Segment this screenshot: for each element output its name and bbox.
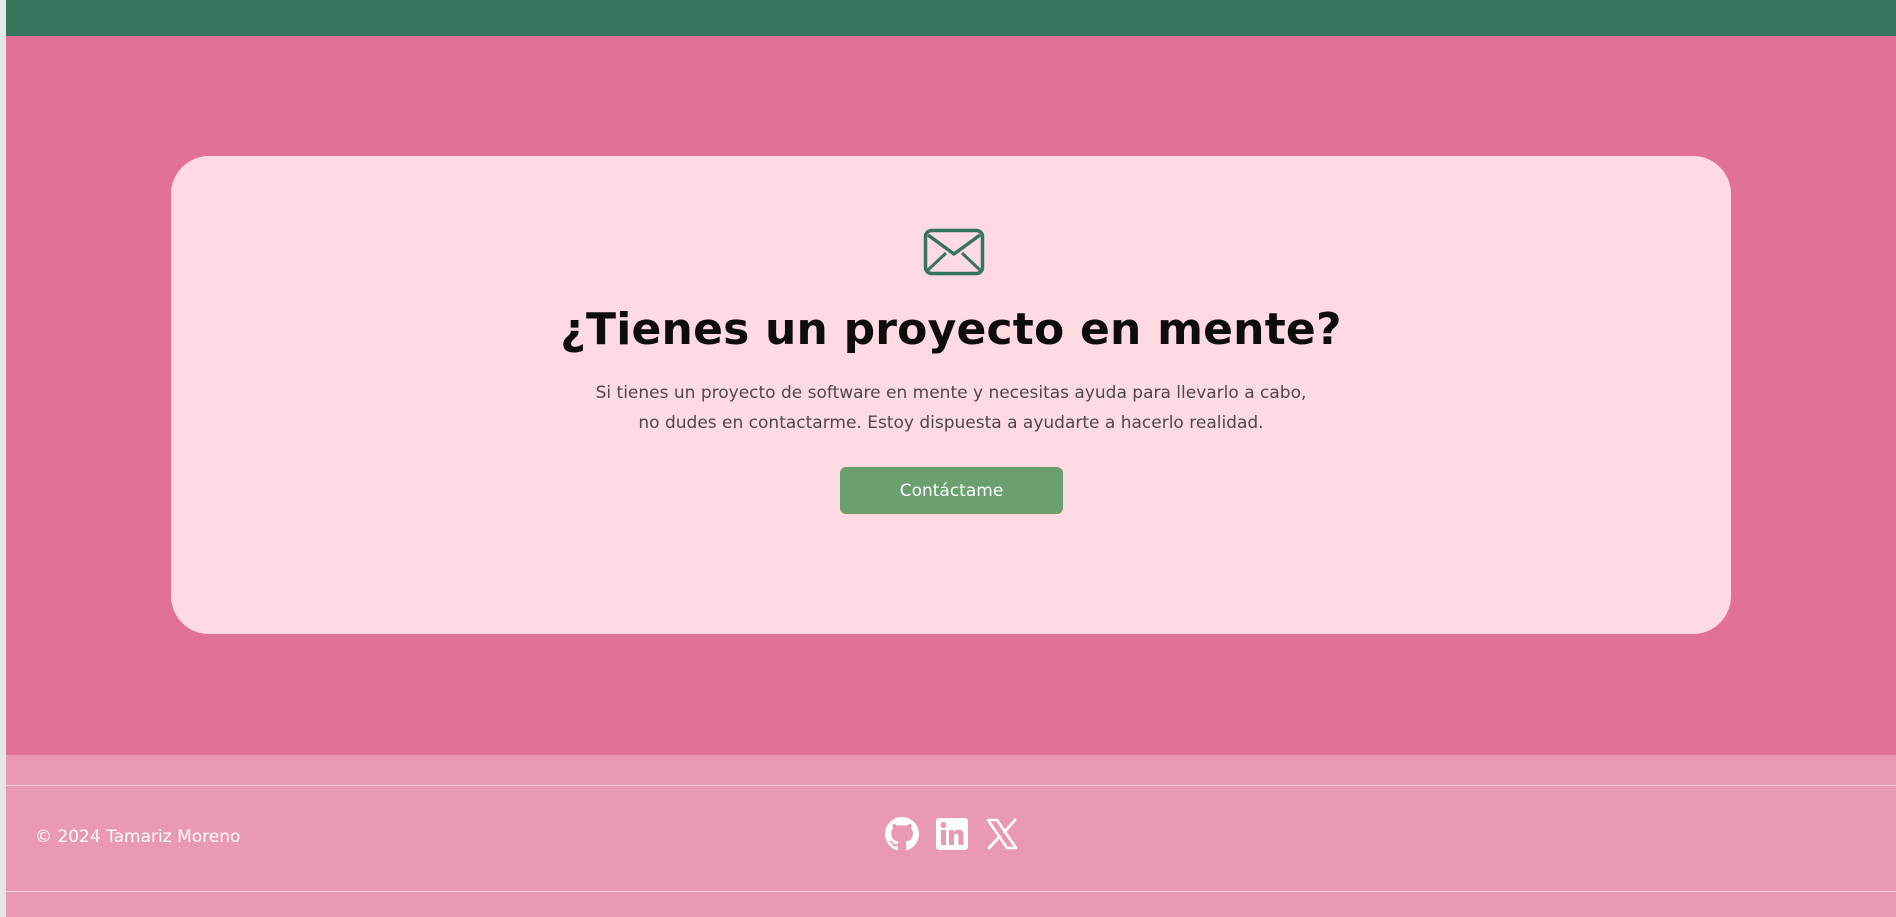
x-icon <box>986 818 1018 850</box>
top-bar <box>6 0 1896 36</box>
linkedin-icon <box>936 818 968 850</box>
github-link[interactable] <box>885 817 919 851</box>
footer: © 2024 Tamariz Moreno <box>6 755 1896 917</box>
contact-button[interactable]: Contáctame <box>840 467 1063 514</box>
copyright: © 2024 Tamariz Moreno <box>35 827 241 847</box>
footer-divider-top <box>6 785 1896 786</box>
contact-card: ¿Tienes un proyecto en mente? Si tienes … <box>171 156 1731 634</box>
github-icon <box>885 817 919 851</box>
linkedin-link[interactable] <box>935 817 969 851</box>
contact-description: Si tienes un proyecto de software en men… <box>595 383 1307 433</box>
x-link[interactable] <box>985 817 1019 851</box>
contact-section: ¿Tienes un proyecto en mente? Si tienes … <box>6 36 1896 755</box>
mail-icon <box>923 228 985 276</box>
page: ¿Tienes un proyecto en mente? Si tienes … <box>0 0 1896 917</box>
contact-title: ¿Tienes un proyecto en mente? <box>560 304 1342 355</box>
footer-divider-bottom <box>6 891 1896 892</box>
